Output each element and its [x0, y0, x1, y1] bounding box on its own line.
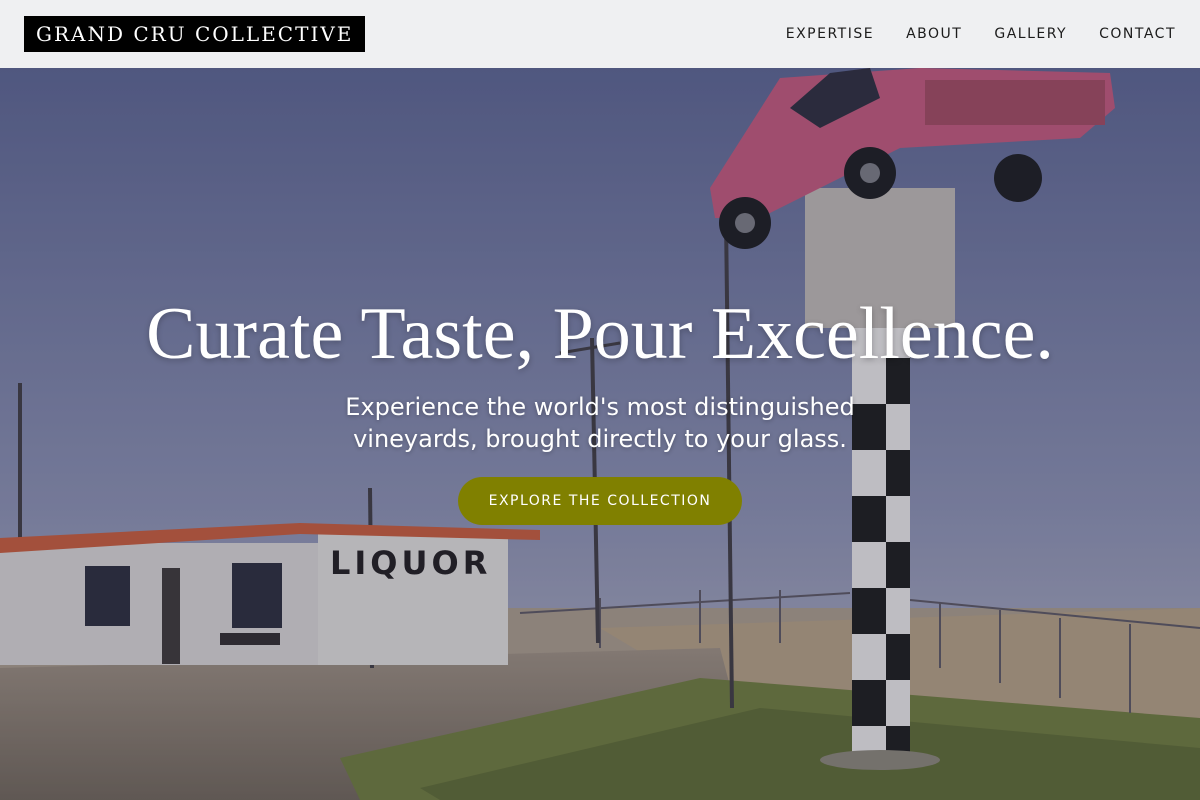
brand-logo[interactable]: GRAND CRU COLLECTIVE: [24, 16, 366, 52]
nav-link-expertise[interactable]: EXPERTISE: [786, 26, 874, 42]
nav-link-about[interactable]: ABOUT: [906, 26, 962, 42]
main-nav: EXPERTISE ABOUT GALLERY CONTACT: [786, 26, 1176, 42]
hero-section: LIQUOR Curate Taste, Pour Excellence. Ex…: [0, 68, 1200, 800]
site-header: GRAND CRU COLLECTIVE EXPERTISE ABOUT GAL…: [0, 0, 1200, 68]
explore-collection-button[interactable]: EXPLORE THE COLLECTION: [458, 477, 742, 525]
nav-link-gallery[interactable]: GALLERY: [994, 26, 1067, 42]
brand-name: GRAND CRU COLLECTIVE: [36, 22, 354, 46]
hero-content: Curate Taste, Pour Excellence. Experienc…: [0, 68, 1200, 800]
hero-title: Curate Taste, Pour Excellence.: [146, 293, 1054, 375]
nav-link-contact[interactable]: CONTACT: [1099, 26, 1176, 42]
hero-subtitle: Experience the world's most distinguishe…: [345, 393, 855, 453]
